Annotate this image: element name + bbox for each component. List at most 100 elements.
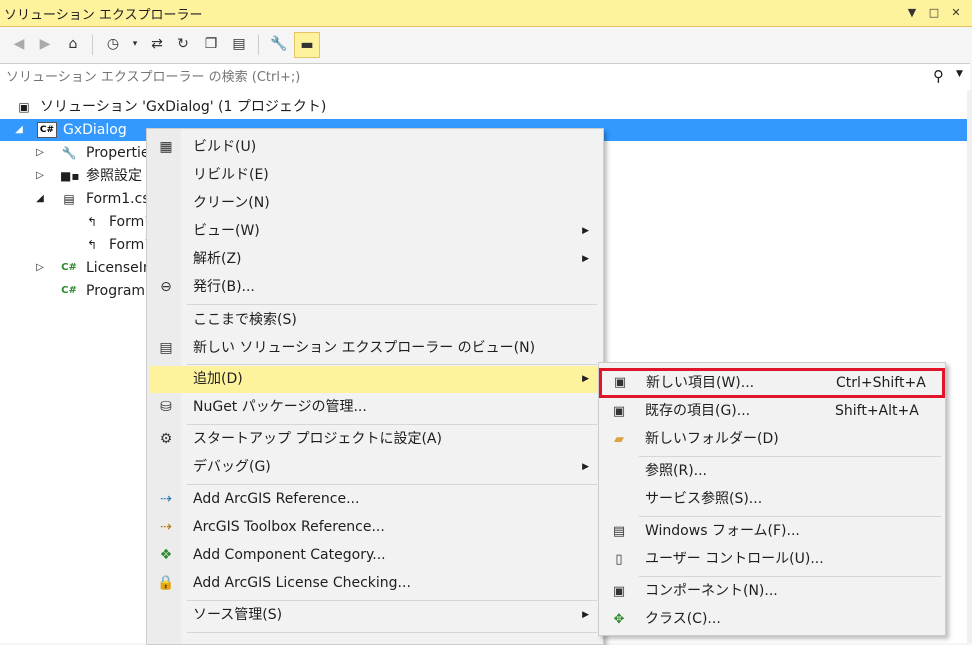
- menu-item-clean[interactable]: クリーン(N): [149, 190, 601, 217]
- shortcut-label: Ctrl+Shift+A: [836, 375, 926, 391]
- submenu-item-reference[interactable]: 参照(R)...: [601, 458, 943, 485]
- search-options-dropdown-icon[interactable]: ▼: [956, 69, 963, 79]
- menu-item-startup[interactable]: ⚙ スタートアップ プロジェクトに設定(A): [149, 426, 601, 453]
- publish-icon: ⊖: [160, 279, 172, 295]
- expand-triangle-icon[interactable]: ▷: [35, 142, 45, 164]
- build-icon: ▦: [159, 139, 173, 155]
- menu-label: ビュー(W): [193, 223, 260, 239]
- maximize-icon[interactable]: □: [926, 5, 942, 21]
- window-title: ソリューション エクスプローラー: [4, 8, 203, 23]
- collapse-triangle-icon[interactable]: ◢: [14, 119, 24, 141]
- forward-icon[interactable]: ▶: [34, 33, 56, 55]
- folder-icon: ▰: [614, 432, 624, 447]
- submenu-item-component[interactable]: ▣ コンポーネント(N)...: [601, 578, 943, 605]
- submenu-arrow-icon: ▶: [582, 254, 589, 264]
- wrench-icon: 🔧: [61, 146, 77, 160]
- csharp-project-icon: C#: [37, 122, 57, 138]
- menu-item-license-checking[interactable]: 🔒 Add ArcGIS License Checking...: [149, 570, 601, 597]
- submenu-separator: [639, 456, 941, 457]
- history-dropdown-icon[interactable]: ▾: [124, 33, 146, 55]
- add-submenu: ▣ 新しい項目(W)... Ctrl+Shift+A ▣ 既存の項目(G)... Shi…: [598, 362, 946, 636]
- menu-item-debug[interactable]: デバッグ(G) ▶: [149, 454, 601, 481]
- menu-item-build[interactable]: ▦ ビルド(U): [149, 134, 601, 161]
- expand-triangle-icon[interactable]: ▷: [35, 165, 45, 187]
- sync-icon[interactable]: ⇄: [146, 33, 168, 55]
- menu-label: デバッグ(G): [193, 459, 271, 475]
- menu-label: Add ArcGIS License Checking...: [193, 575, 411, 591]
- menu-label: ソース管理(S): [193, 607, 283, 623]
- submenu-item-service-reference[interactable]: サービス参照(S)...: [601, 486, 943, 513]
- submenu-label: サービス参照(S)...: [645, 491, 763, 507]
- menu-label: クリーン(N): [193, 195, 270, 211]
- tree-item-solution[interactable]: ▣ ソリューション 'GxDialog' (1 プロジェクト): [0, 96, 970, 118]
- menu-item-add[interactable]: 追加(D) ▶: [149, 366, 601, 393]
- component-icon: ▣: [612, 584, 626, 599]
- menu-item-scope-search[interactable]: ここまで検索(S): [149, 307, 601, 334]
- refresh-icon[interactable]: ↻: [172, 33, 194, 55]
- references-icon: ■▪: [60, 169, 80, 183]
- properties-icon[interactable]: 🔧: [268, 33, 290, 55]
- back-icon[interactable]: ◀: [8, 33, 30, 55]
- menu-item-publish[interactable]: ⊖ 発行(B)...: [149, 274, 601, 301]
- submenu-item-windows-form[interactable]: ▤ Windows フォーム(F)...: [601, 518, 943, 545]
- search-input[interactable]: [4, 67, 908, 87]
- existing-item-icon: ▣: [612, 404, 626, 419]
- menu-label: NuGet パッケージの管理...: [193, 399, 367, 415]
- submenu-separator: [639, 576, 941, 577]
- menu-item-arcgis-reference[interactable]: ⇢ Add ArcGIS Reference...: [149, 486, 601, 513]
- windows-form-icon: ▤: [612, 524, 626, 539]
- user-control-icon: ▯: [615, 552, 623, 567]
- submenu-label: コンポーネント(N)...: [645, 583, 778, 599]
- menu-label: ビルド(U): [193, 139, 257, 155]
- submenu-arrow-icon: ▶: [582, 610, 589, 620]
- menu-item-view[interactable]: ビュー(W) ▶: [149, 218, 601, 245]
- vertical-scrollbar[interactable]: [967, 90, 972, 643]
- submenu-item-new-folder[interactable]: ▰ 新しいフォルダー(D): [601, 426, 943, 453]
- menu-item-arcgis-toolbox[interactable]: ⇢ ArcGIS Toolbox Reference...: [149, 514, 601, 541]
- toolbar-separator: [92, 35, 93, 55]
- submenu-item-class[interactable]: ✥ クラス(C)...: [601, 606, 943, 633]
- tree-item-label: Program.: [86, 283, 150, 299]
- title-bar: ソリューション エクスプローラー ▼ □ ✕: [0, 0, 972, 27]
- tree-item-label: Propertie: [86, 145, 150, 161]
- submenu-label: クラス(C)...: [645, 611, 721, 627]
- menu-item-rebuild[interactable]: リビルド(E): [149, 162, 601, 189]
- context-menu: ▦ ビルド(U) リビルド(E) クリーン(N) ビュー(W) ▶ 解析(Z) ▶ ⊖…: [146, 128, 604, 645]
- collapse-all-icon[interactable]: ❐: [200, 33, 222, 55]
- submenu-item-user-control[interactable]: ▯ ユーザー コントロール(U)...: [601, 546, 943, 573]
- code-file-icon: ↰: [86, 215, 98, 229]
- class-icon: ✥: [613, 612, 625, 627]
- dropdown-icon[interactable]: ▼: [904, 5, 920, 21]
- menu-item-nuget[interactable]: ⛁ NuGet パッケージの管理...: [149, 394, 601, 421]
- submenu-item-new-item[interactable]: ▣ 新しい項目(W)... Ctrl+Shift+A: [599, 368, 945, 398]
- expand-triangle-icon[interactable]: ▷: [35, 257, 45, 279]
- menu-separator: [187, 484, 597, 485]
- form-file-icon: ▤: [63, 192, 75, 206]
- submenu-arrow-icon: ▶: [582, 374, 589, 384]
- submenu-arrow-icon: ▶: [582, 462, 589, 472]
- submenu-label: Windows フォーム(F)...: [645, 523, 800, 539]
- toolbar: ◀ ▶ ⌂ ◷ ▾ ⇄ ↻ ❐ ▤ 🔧 ▬: [0, 27, 972, 63]
- home-icon[interactable]: ⌂: [62, 33, 84, 55]
- submenu-label: 新しいフォルダー(D): [645, 431, 779, 447]
- preview-icon[interactable]: ▬: [294, 32, 320, 58]
- show-all-files-icon[interactable]: ▤: [228, 33, 250, 55]
- menu-item-source-control[interactable]: ソース管理(S) ▶: [149, 602, 601, 629]
- menu-separator: [187, 600, 597, 601]
- shortcut-label: Shift+Alt+A: [835, 403, 919, 419]
- history-icon[interactable]: ◷: [102, 33, 124, 55]
- tree-item-label: 参照設定: [86, 168, 142, 184]
- search-icon[interactable]: ⚲: [933, 67, 944, 85]
- submenu-label: ユーザー コントロール(U)...: [645, 551, 824, 567]
- gear-icon: ⚙: [159, 431, 173, 447]
- collapse-triangle-icon[interactable]: ◢: [35, 188, 45, 210]
- submenu-label: 既存の項目(G)...: [645, 403, 751, 419]
- submenu-item-existing-item[interactable]: ▣ 既存の項目(G)... Shift+Alt+A: [601, 398, 943, 425]
- menu-item-component-category[interactable]: ❖ Add Component Category...: [149, 542, 601, 569]
- submenu-label: 参照(R)...: [645, 463, 708, 479]
- license-lock-icon: 🔒: [157, 575, 175, 591]
- menu-item-analyze[interactable]: 解析(Z) ▶: [149, 246, 601, 273]
- menu-item-new-view[interactable]: ▤ 新しい ソリューション エクスプローラー のビュー(N): [149, 335, 601, 362]
- menu-label: 追加(D): [193, 371, 243, 387]
- close-icon[interactable]: ✕: [948, 5, 964, 21]
